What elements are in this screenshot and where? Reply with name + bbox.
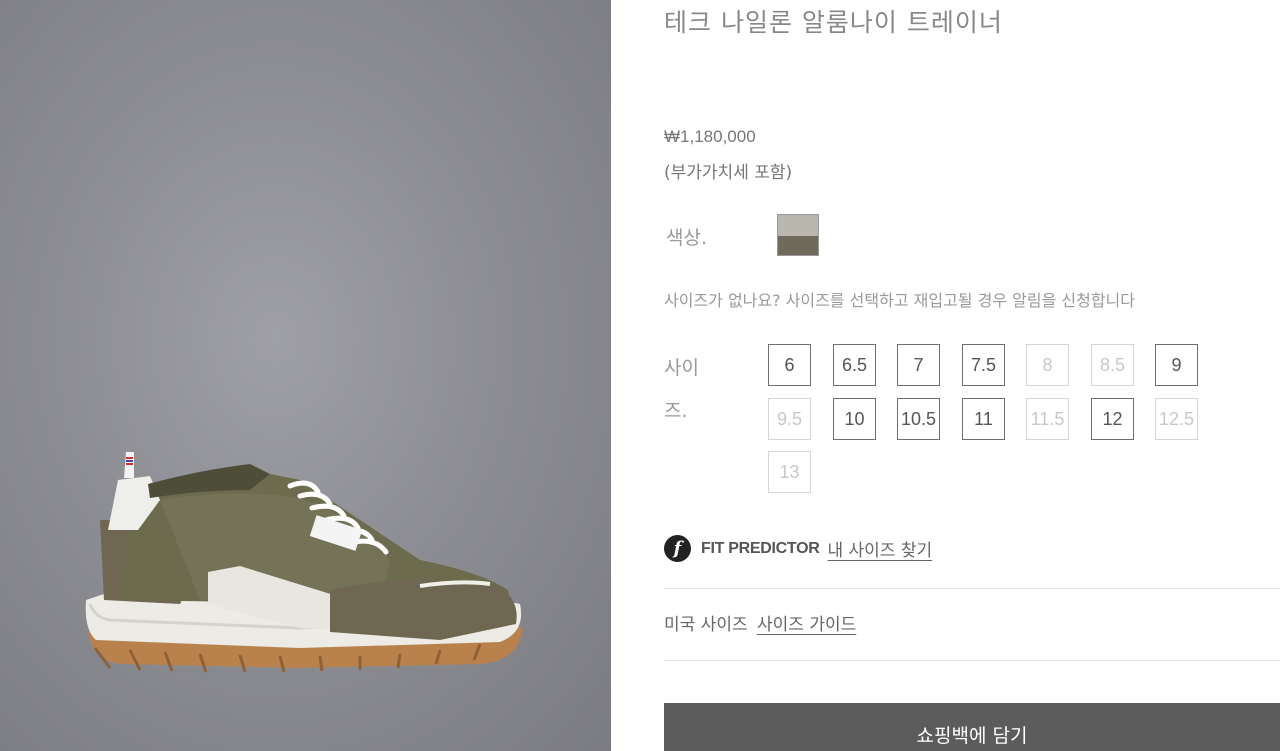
size-guide-link[interactable]: 사이즈 가이드 [757, 615, 856, 635]
size-option[interactable]: 7.5 [962, 344, 1005, 386]
color-swatch-bottom [778, 236, 818, 255]
color-label: 색상. [666, 227, 707, 249]
size-option[interactable]: 10.5 [897, 398, 940, 440]
us-size-label: 미국 사이즈 [664, 615, 748, 635]
size-option[interactable]: 6 [768, 344, 811, 386]
vat-note: (부가가치세 포함) [664, 163, 793, 183]
size-option: 11.5 [1026, 398, 1069, 440]
size-option: 12.5 [1155, 398, 1198, 440]
size-option[interactable]: 6.5 [833, 344, 876, 386]
product-image-panel [0, 0, 611, 751]
divider [664, 588, 1280, 589]
size-option: 8.5 [1091, 344, 1134, 386]
size-option: 8 [1026, 344, 1069, 386]
size-option[interactable]: 7 [897, 344, 940, 386]
us-size-row: 미국 사이즈 사이즈 가이드 [664, 610, 856, 635]
find-my-size-link[interactable]: 내 사이즈 찾기 [827, 536, 932, 561]
size-option: 9.5 [768, 398, 811, 440]
product-details: 테크 나일론 알룸나이 트레이너 ₩1,180,000 (부가가치세 포함) 색… [664, 0, 1280, 751]
size-label: 사이즈. [664, 357, 699, 422]
size-option: 13 [768, 451, 811, 493]
sneaker-product-image [85, 452, 522, 673]
fit-predictor: f FIT PREDICTOR 내 사이즈 찾기 [664, 535, 932, 562]
color-swatch[interactable] [777, 214, 819, 256]
fit-predictor-icon: f [664, 535, 691, 562]
color-swatch-top [778, 215, 818, 236]
size-notify-text: 사이즈가 없나요? 사이즈를 선택하고 재입고될 경우 알림을 신청합니다 [664, 291, 1135, 310]
product-title: 테크 나일론 알룸나이 트레이너 [664, 8, 1003, 37]
divider [664, 660, 1280, 661]
size-option[interactable]: 11 [962, 398, 1005, 440]
fit-predictor-brand: FIT PREDICTOR [701, 539, 820, 557]
add-to-bag-button[interactable]: 쇼핑백에 담기 [664, 703, 1280, 751]
size-option[interactable]: 10 [833, 398, 876, 440]
product-price: ₩1,180,000 [664, 127, 756, 146]
size-option[interactable]: 9 [1155, 344, 1198, 386]
size-option[interactable]: 12 [1091, 398, 1134, 440]
